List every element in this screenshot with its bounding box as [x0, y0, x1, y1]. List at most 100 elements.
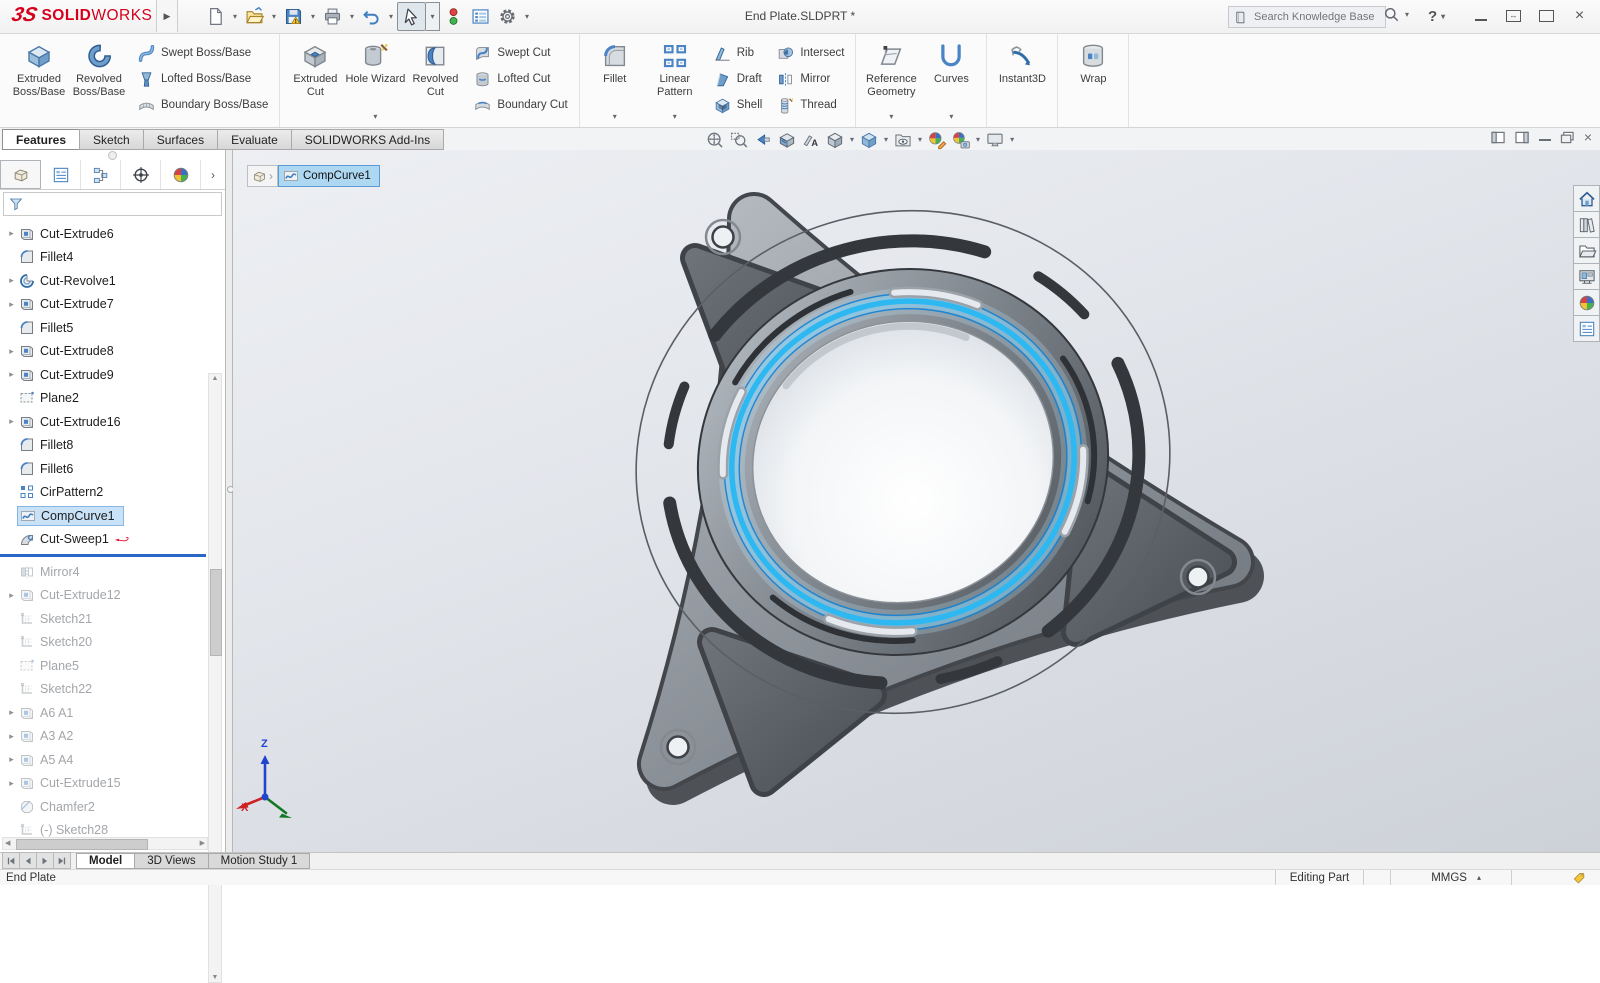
- doc-tab-model[interactable]: Model: [76, 853, 135, 869]
- rollback-bar[interactable]: [0, 554, 206, 557]
- select-tool-button[interactable]: [397, 2, 426, 31]
- design-tree-tab[interactable]: [0, 160, 41, 189]
- revolved-cut-button[interactable]: Revolved Cut: [405, 36, 465, 124]
- tree-item-a6-a1[interactable]: ▸A6 A1: [0, 701, 225, 725]
- shell-button[interactable]: Shell: [707, 92, 769, 118]
- options-dropdown[interactable]: ▾: [521, 12, 533, 21]
- hole-wizard-dropdown[interactable]: ▾: [373, 112, 377, 121]
- swept-cut-button[interactable]: Swept Cut: [467, 40, 573, 66]
- design-library-tab[interactable]: [1573, 211, 1600, 238]
- boundary-boss-base-button[interactable]: Boundary Boss/Base: [131, 92, 274, 118]
- zoom-to-area-button[interactable]: [729, 130, 749, 150]
- tree-horizontal-scrollbar[interactable]: ◀ ▶: [2, 837, 208, 850]
- knowledge-base-search[interactable]: [1228, 6, 1386, 28]
- restore-button[interactable]: ↔: [1497, 0, 1530, 32]
- tree-vertical-scrollbar[interactable]: ▲ ▼: [208, 373, 222, 983]
- options-button[interactable]: [494, 3, 521, 30]
- custom-properties-tab[interactable]: [1573, 315, 1600, 342]
- minimize-button[interactable]: [1464, 0, 1497, 32]
- expand-icon-cut-extrude15[interactable]: ▸: [4, 778, 19, 789]
- tree-item-fillet8[interactable]: Fillet8: [0, 434, 225, 458]
- tree-item-chamfer2[interactable]: Chamfer2: [0, 795, 225, 819]
- tree-item-plane2[interactable]: Plane2: [0, 387, 225, 411]
- scroll-down-icon[interactable]: ▼: [209, 974, 221, 981]
- scroll-left-icon[interactable]: ◀: [5, 838, 10, 849]
- display-manager-tab[interactable]: [161, 160, 201, 189]
- tree-item-cut-extrude15[interactable]: ▸Cut-Extrude15: [0, 772, 225, 796]
- tree-item-fillet6[interactable]: Fillet6: [0, 457, 225, 481]
- restore-document-icon[interactable]: [1560, 131, 1575, 144]
- view-settings-dropdown[interactable]: ▾: [1010, 135, 1014, 144]
- help-dropdown[interactable]: ▾: [1437, 12, 1449, 21]
- lofted-cut-button[interactable]: Lofted Cut: [467, 66, 573, 92]
- tree-item-compcurve1[interactable]: CompCurve1: [0, 504, 225, 528]
- panel-grip[interactable]: [0, 150, 225, 160]
- feature-manager-tabs-more[interactable]: ›: [201, 160, 225, 189]
- tree-filter-field[interactable]: [3, 192, 222, 216]
- lofted-boss-base-button[interactable]: Lofted Boss/Base: [131, 66, 274, 92]
- extruded-boss-base-button[interactable]: Extruded Boss/Base: [9, 36, 69, 124]
- display-style-button[interactable]: [859, 130, 879, 150]
- tree-item-cut-extrude6[interactable]: ▸Cut-Extrude6: [0, 222, 225, 246]
- tree-item-sketch20[interactable]: Sketch20: [0, 631, 225, 655]
- previous-tab-button[interactable]: [19, 852, 37, 869]
- undo-button[interactable]: [358, 3, 385, 30]
- appearances-scenes-tab[interactable]: [1573, 289, 1600, 316]
- display-style-dropdown[interactable]: ▾: [884, 135, 888, 144]
- fillet-dropdown[interactable]: ▾: [613, 112, 617, 121]
- search-dropdown[interactable]: ▾: [1401, 10, 1413, 19]
- search-input[interactable]: [1252, 10, 1381, 24]
- view-settings-button[interactable]: [985, 130, 1005, 150]
- first-tab-button[interactable]: [2, 852, 20, 869]
- view-orientation-button[interactable]: [825, 130, 845, 150]
- undo-dropdown[interactable]: ▾: [385, 12, 397, 21]
- tag-icon[interactable]: [1572, 871, 1586, 885]
- menu-flyout-button[interactable]: ▶: [156, 0, 178, 32]
- expand-icon-cut-extrude6[interactable]: ▸: [4, 228, 19, 239]
- expand-icon-cut-extrude12[interactable]: ▸: [4, 590, 19, 601]
- configuration-manager-tab[interactable]: [81, 160, 121, 189]
- doc-tab-motion-study-1[interactable]: Motion Study 1: [208, 853, 311, 869]
- task-list-button[interactable]: [467, 3, 494, 30]
- extruded-cut-button[interactable]: Extruded Cut: [285, 36, 345, 124]
- tree-item-cut-extrude8[interactable]: ▸Cut-Extrude8: [0, 340, 225, 364]
- swept-boss-base-button[interactable]: Swept Boss/Base: [131, 40, 274, 66]
- pane-left-icon[interactable]: [1491, 131, 1506, 144]
- scroll-up-icon[interactable]: ▲: [209, 375, 221, 382]
- save-document-button[interactable]: [280, 3, 307, 30]
- linear-pattern-button[interactable]: Linear Pattern▾: [645, 36, 705, 124]
- pane-right-icon[interactable]: [1515, 131, 1530, 144]
- tree-item-cirpattern2[interactable]: CirPattern2: [0, 481, 225, 505]
- tab-evaluate[interactable]: Evaluate: [217, 129, 292, 150]
- tree-item-cut-extrude16[interactable]: ▸Cut-Extrude16: [0, 410, 225, 434]
- tree-item-cut-extrude12[interactable]: ▸Cut-Extrude12: [0, 584, 225, 608]
- hide-show-items-dropdown[interactable]: ▾: [918, 135, 922, 144]
- tree-item-sketch21[interactable]: Sketch21: [0, 607, 225, 631]
- horizontal-scroll-thumb[interactable]: [16, 839, 148, 850]
- expand-icon-a3-a2[interactable]: ▸: [4, 731, 19, 742]
- reference-geometry-dropdown[interactable]: ▾: [889, 112, 893, 121]
- expand-icon-a6-a1[interactable]: ▸: [4, 707, 19, 718]
- expand-icon-cut-extrude16[interactable]: ▸: [4, 416, 19, 427]
- print-document-button[interactable]: [319, 3, 346, 30]
- instant3d-button[interactable]: Instant3D: [992, 36, 1052, 124]
- rib-button[interactable]: Rib: [707, 40, 769, 66]
- apply-scene-button[interactable]: [951, 130, 971, 150]
- minimize-document-icon[interactable]: [1539, 139, 1551, 141]
- last-tab-button[interactable]: [53, 852, 71, 869]
- select-tool-dropdown[interactable]: ▾: [426, 2, 440, 31]
- previous-view-button[interactable]: [753, 130, 773, 150]
- scroll-right-icon[interactable]: ▶: [200, 838, 205, 849]
- expand-icon-cut-extrude9[interactable]: ▸: [4, 369, 19, 380]
- open-document-button[interactable]: [241, 3, 268, 30]
- tree-item-cut-sweep1[interactable]: Cut-Sweep1: [0, 528, 225, 552]
- view-palette-tab[interactable]: [1573, 263, 1600, 290]
- selection-status-lights-button[interactable]: [440, 3, 467, 30]
- tree-item-cut-revolve1[interactable]: ▸Cut-Revolve1: [0, 269, 225, 293]
- thread-button[interactable]: Thread: [770, 92, 850, 118]
- next-tab-button[interactable]: [36, 852, 54, 869]
- tab-solidworks-add-ins[interactable]: SOLIDWORKS Add-Ins: [291, 129, 444, 150]
- home-tab[interactable]: [1573, 185, 1600, 212]
- property-manager-tab[interactable]: [41, 160, 81, 189]
- breadcrumb-part-button[interactable]: ›: [247, 165, 278, 187]
